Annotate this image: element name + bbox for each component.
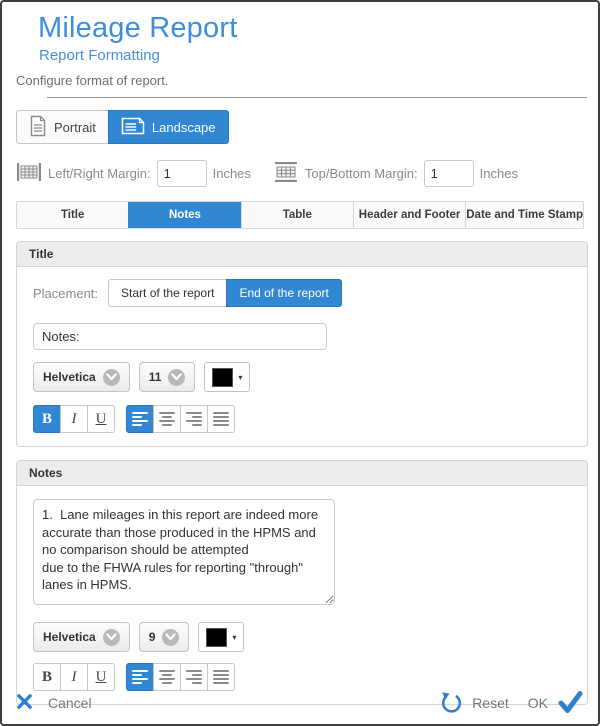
notes-panel: Notes 1. Lane mileages in this report ar… (16, 460, 588, 705)
caret-down-icon: ▾ (238, 373, 242, 382)
align-justify-icon (213, 670, 229, 684)
title-text-input[interactable] (33, 323, 327, 350)
placement-toggle: Start of the report End of the report (108, 279, 342, 307)
cancel-button[interactable] (16, 693, 33, 713)
reset-label[interactable]: Reset (472, 695, 509, 711)
color-swatch-black (206, 628, 227, 647)
landscape-document-icon (121, 116, 145, 139)
left-right-margin-label: Left/Right Margin: (48, 166, 151, 181)
title-panel: Title Placement: Start of the report End… (16, 241, 588, 447)
mileage-report-dialog: Mileage Report Report Formatting Configu… (0, 0, 600, 726)
notes-font-family-dropdown[interactable]: Helvetica (33, 622, 130, 652)
notes-font-size-value: 9 (149, 630, 156, 644)
title-font-color-picker[interactable]: ▾ (204, 362, 250, 392)
title-bold-button[interactable]: B (33, 405, 61, 433)
reset-circular-arrow-icon (439, 689, 463, 717)
align-left-icon (132, 412, 148, 426)
page-description: Configure format of report. (16, 73, 584, 88)
align-left-icon (132, 670, 148, 684)
tab-table[interactable]: Table (241, 202, 353, 228)
left-right-margin-input[interactable] (157, 160, 207, 187)
align-right-icon (186, 412, 202, 426)
align-right-icon (186, 670, 202, 684)
tab-title[interactable]: Title (17, 202, 128, 228)
landscape-button[interactable]: Landscape (108, 110, 229, 144)
portrait-document-icon (29, 115, 47, 140)
ok-check-icon (557, 690, 584, 717)
chevron-down-icon (103, 369, 120, 386)
notes-textarea[interactable]: 1. Lane mileages in this report are inde… (33, 499, 335, 605)
notes-font-color-picker[interactable]: ▾ (198, 622, 244, 652)
title-align-justify-button[interactable] (207, 405, 235, 433)
notes-biu-group: B I U (33, 663, 115, 691)
notes-font-family-value: Helvetica (43, 630, 96, 644)
title-font-row: Helvetica 11 ▾ (33, 362, 571, 392)
notes-italic-button[interactable]: I (60, 663, 88, 691)
page-title: Mileage Report (38, 12, 584, 45)
placement-end-button[interactable]: End of the report (226, 279, 341, 307)
align-justify-icon (213, 412, 229, 426)
tab-date-and-time-stamp[interactable]: Date and Time Stamp (465, 202, 583, 228)
title-panel-heading: Title (17, 242, 587, 267)
cancel-x-icon (16, 693, 33, 713)
notes-underline-button[interactable]: U (87, 663, 115, 691)
title-font-family-dropdown[interactable]: Helvetica (33, 362, 130, 392)
title-align-right-button[interactable] (180, 405, 208, 433)
orientation-toggle: Portrait Landscape (16, 110, 229, 144)
title-align-group (126, 405, 235, 433)
notes-align-group (126, 663, 235, 691)
top-bottom-margin-group: Top/Bottom Margin: Inches (273, 160, 518, 187)
top-bottom-margin-label: Top/Bottom Margin: (305, 166, 418, 181)
section-tabs: Title Notes Table Header and Footer Date… (16, 201, 584, 229)
dialog-header: Mileage Report Report Formatting Configu… (16, 2, 584, 98)
margins-row: Left/Right Margin: Inches (16, 160, 584, 187)
top-bottom-margin-input[interactable] (424, 160, 474, 187)
notes-align-right-button[interactable] (180, 663, 208, 691)
ok-button[interactable] (557, 690, 584, 717)
notes-panel-heading: Notes (17, 461, 587, 486)
notes-align-justify-button[interactable] (207, 663, 235, 691)
notes-font-size-dropdown[interactable]: 9 (139, 622, 190, 652)
portrait-button[interactable]: Portrait (16, 110, 109, 144)
top-bottom-margin-unit: Inches (480, 166, 518, 181)
header-divider (47, 97, 587, 98)
dialog-footer: Cancel Reset OK (2, 688, 598, 718)
title-font-size-dropdown[interactable]: 11 (139, 362, 196, 392)
ok-label[interactable]: OK (528, 695, 548, 711)
left-right-margin-unit: Inches (213, 166, 251, 181)
title-italic-button[interactable]: I (60, 405, 88, 433)
chevron-down-icon (162, 629, 179, 646)
title-style-row: B I U (33, 405, 571, 433)
align-center-icon (159, 670, 175, 684)
tab-header-and-footer[interactable]: Header and Footer (353, 202, 465, 228)
placement-label: Placement: (33, 286, 98, 301)
title-underline-button[interactable]: U (87, 405, 115, 433)
caret-down-icon: ▾ (232, 633, 236, 642)
page-subtitle: Report Formatting (39, 47, 584, 64)
notes-align-center-button[interactable] (153, 663, 181, 691)
title-font-family-value: Helvetica (43, 370, 96, 384)
portrait-label: Portrait (54, 120, 96, 135)
notes-align-left-button[interactable] (126, 663, 154, 691)
placement-row: Placement: Start of the report End of th… (33, 279, 571, 307)
left-right-margin-group: Left/Right Margin: Inches (16, 160, 251, 187)
color-swatch-black (212, 368, 233, 387)
reset-button[interactable] (439, 689, 463, 717)
notes-style-row: B I U (33, 663, 571, 691)
notes-bold-button[interactable]: B (33, 663, 61, 691)
title-align-center-button[interactable] (153, 405, 181, 433)
title-biu-group: B I U (33, 405, 115, 433)
align-center-icon (159, 412, 175, 426)
top-bottom-margin-icon (273, 160, 299, 187)
notes-font-row: Helvetica 9 ▾ (33, 622, 571, 652)
chevron-down-icon (168, 369, 185, 386)
cancel-label[interactable]: Cancel (48, 695, 92, 711)
tab-notes[interactable]: Notes (128, 202, 240, 228)
landscape-label: Landscape (152, 120, 216, 135)
title-align-left-button[interactable] (126, 405, 154, 433)
left-right-margin-icon (16, 160, 42, 187)
title-font-size-value: 11 (149, 370, 162, 384)
chevron-down-icon (103, 629, 120, 646)
placement-start-button[interactable]: Start of the report (108, 279, 227, 307)
